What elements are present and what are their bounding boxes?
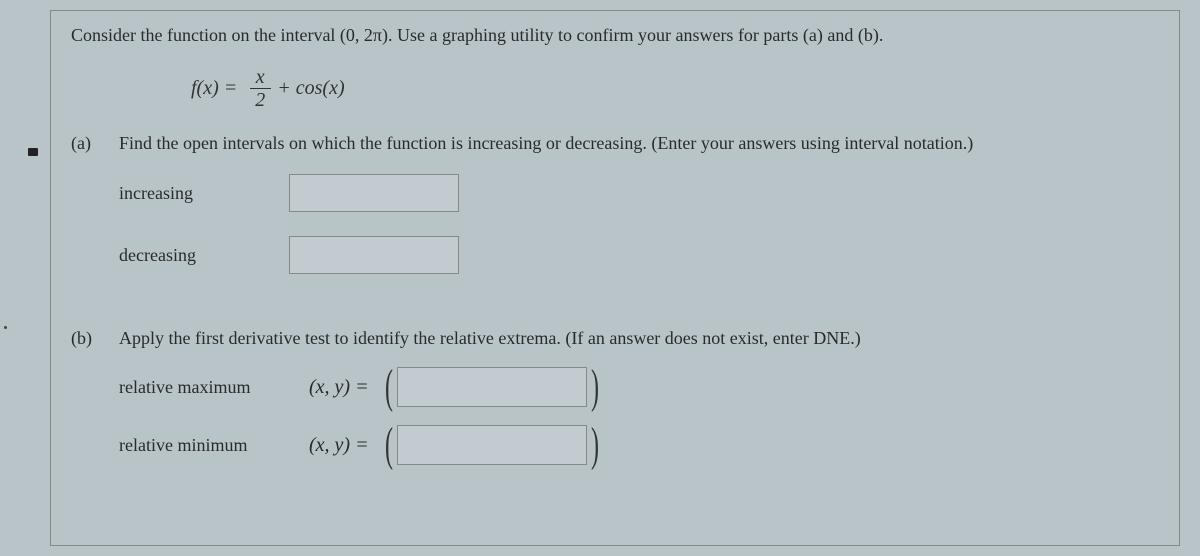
- formula-rest: + cos(x): [277, 77, 344, 100]
- decreasing-input[interactable]: [289, 236, 459, 274]
- part-b-body: Apply the first derivative test to ident…: [119, 328, 1159, 483]
- fraction-numerator: x: [250, 66, 271, 89]
- part-a-body: Find the open intervals on which the fun…: [119, 133, 1159, 298]
- fraction: x 2: [249, 66, 271, 111]
- increasing-label: increasing: [119, 183, 289, 204]
- relmax-xy: (x, y) =: [309, 376, 369, 399]
- part-b-prompt: Apply the first derivative test to ident…: [119, 328, 1159, 349]
- relmax-label: relative maximum: [119, 377, 309, 398]
- relmax-row: relative maximum (x, y) = ( ): [119, 367, 1159, 407]
- part-b-label: (b): [71, 328, 119, 483]
- close-paren-icon: ): [591, 368, 599, 406]
- formula-lhs: f(x) =: [191, 77, 237, 100]
- decreasing-row: decreasing: [119, 236, 1159, 274]
- part-b: (b) Apply the first derivative test to i…: [71, 328, 1159, 483]
- open-paren-icon: (: [385, 426, 393, 464]
- part-a: (a) Find the open intervals on which the…: [71, 133, 1159, 298]
- close-paren-icon: ): [591, 426, 599, 464]
- intro-text: Consider the function on the interval (0…: [71, 25, 1159, 46]
- relmax-input[interactable]: [397, 367, 587, 407]
- part-a-label: (a): [71, 133, 119, 298]
- question-container: Consider the function on the interval (0…: [50, 10, 1180, 546]
- relmin-label: relative minimum: [119, 435, 309, 456]
- relmin-xy: (x, y) =: [309, 434, 369, 457]
- increasing-input[interactable]: [289, 174, 459, 212]
- fraction-denominator: 2: [249, 89, 271, 111]
- decreasing-label: decreasing: [119, 245, 289, 266]
- function-formula: f(x) = x 2 + cos(x): [191, 66, 1159, 111]
- part-a-prompt: Find the open intervals on which the fun…: [119, 133, 1159, 154]
- relmin-input[interactable]: [397, 425, 587, 465]
- open-paren-icon: (: [385, 368, 393, 406]
- side-dot: [4, 326, 7, 329]
- increasing-row: increasing: [119, 174, 1159, 212]
- side-marker: [28, 148, 38, 156]
- relmin-row: relative minimum (x, y) = ( ): [119, 425, 1159, 465]
